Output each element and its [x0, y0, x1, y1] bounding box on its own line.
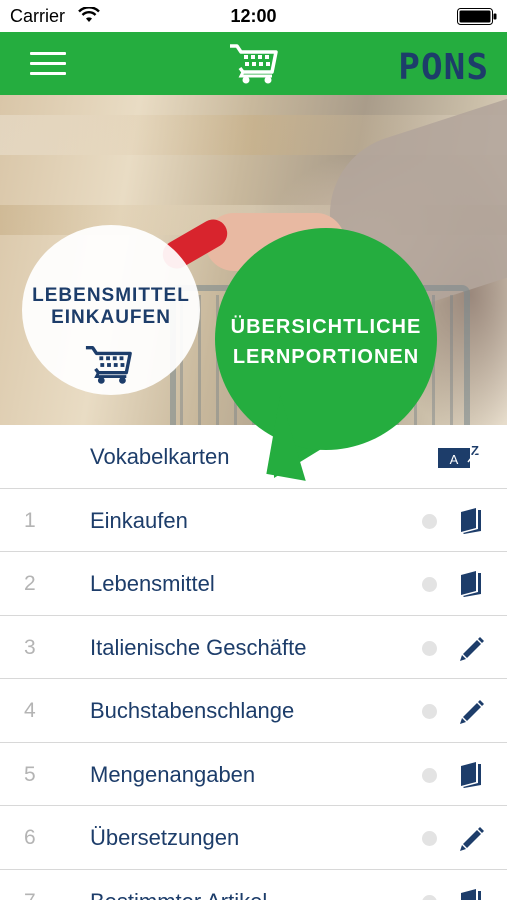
item-number: 4	[24, 699, 36, 722]
book-icon	[461, 507, 481, 534]
book-icon	[461, 888, 481, 900]
progress-dot	[422, 577, 437, 592]
list-item[interactable]: 5 Mengenangaben	[0, 742, 507, 806]
sort-az-icon[interactable]: A Z	[438, 442, 482, 470]
progress-dot	[422, 767, 437, 783]
progress-dot	[422, 513, 437, 529]
item-number: 1	[24, 508, 36, 532]
promo-speech-bubble: ÜBERSICHTLICHE LERNPORTIONEN	[215, 228, 437, 450]
lesson-list: Vokabelkarten A Z 1 Einkaufen 2 Lebensmi…	[0, 425, 507, 900]
item-label: Bestimmter Artikel	[90, 889, 267, 900]
list-header-label: Vokabelkarten	[90, 444, 230, 469]
hamburger-menu-button[interactable]	[30, 50, 66, 78]
progress-dot	[422, 894, 437, 900]
topic-title-line1: LEBENSMITTEL	[32, 285, 190, 306]
item-number: 5	[24, 762, 36, 786]
status-bar: Carrier 12:00	[0, 0, 507, 32]
item-number: 6	[24, 826, 36, 849]
item-label: Mengenangaben	[90, 761, 256, 787]
list-header: Vokabelkarten A Z	[0, 425, 507, 489]
topic-title-line2: EINKAUFEN	[51, 307, 171, 328]
topic-badge: LEBENSMITTEL EINKAUFEN	[22, 225, 200, 395]
pons-logo: PONS	[398, 46, 489, 88]
progress-dot	[422, 640, 437, 656]
logo-text: PONS	[398, 47, 489, 88]
list-item[interactable]: 4 Buchstabenschlange	[0, 679, 507, 743]
pencil-icon	[460, 636, 484, 661]
item-label: Lebensmittel	[90, 571, 215, 596]
list-item[interactable]: 7 Bestimmter Artikel	[0, 869, 507, 900]
cart-icon	[85, 346, 132, 384]
list-item[interactable]: 2 Lebensmittel	[0, 552, 507, 616]
book-icon	[461, 571, 481, 597]
list-item[interactable]: 3 Italienische Geschäfte	[0, 615, 507, 679]
list-item[interactable]: 1 Einkaufen	[0, 488, 507, 552]
battery-icon	[457, 8, 497, 25]
item-number: 7	[24, 890, 36, 900]
progress-dot	[422, 831, 437, 846]
item-label: Buchstabenschlange	[90, 698, 295, 723]
clock: 12:00	[230, 6, 277, 26]
pencil-icon	[460, 827, 484, 851]
item-number: 2	[24, 572, 36, 595]
item-number: 3	[24, 635, 36, 659]
item-label: Einkaufen	[90, 507, 188, 533]
item-label: Italienische Geschäfte	[90, 634, 307, 660]
cart-icon[interactable]	[228, 42, 280, 86]
promo-line1: ÜBERSICHTLICHE	[230, 316, 422, 338]
promo-line2: LERNPORTIONEN	[232, 346, 420, 368]
item-label: Übersetzungen	[90, 825, 240, 850]
progress-dot	[422, 704, 437, 719]
book-icon	[461, 761, 481, 788]
list-item[interactable]: 6 Übersetzungen	[0, 806, 507, 870]
nav-bar: PONS	[0, 32, 507, 95]
svg-text:A: A	[450, 452, 459, 467]
pencil-icon	[460, 700, 484, 724]
